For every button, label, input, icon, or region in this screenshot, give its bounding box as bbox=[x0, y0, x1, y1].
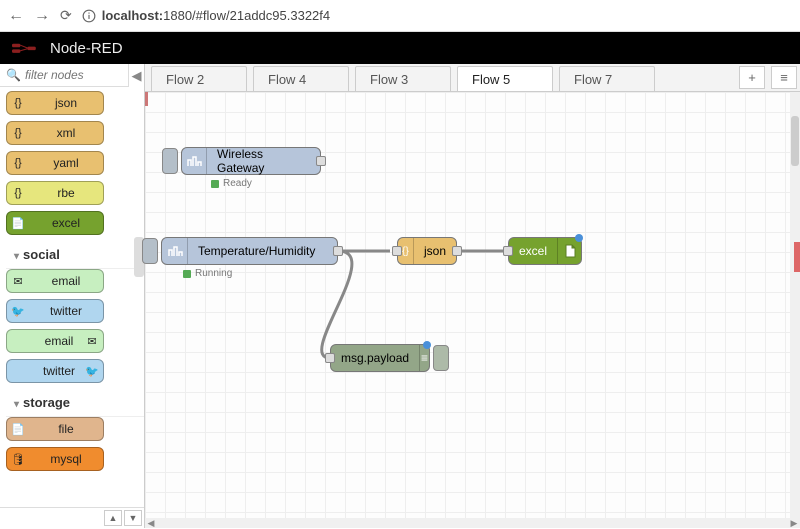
info-icon bbox=[82, 9, 96, 23]
email-icon: ✉ bbox=[82, 330, 102, 352]
palette-node-label: mysql bbox=[29, 452, 103, 466]
json-icon: {} bbox=[8, 92, 28, 114]
node-palette: 🔍 ◀ {}json{}xml{}yaml{}rbe📄excel social … bbox=[0, 64, 145, 528]
node-label: Wireless Gateway bbox=[207, 147, 320, 175]
palette-node-label: excel bbox=[29, 216, 103, 230]
tab-flow-7[interactable]: Flow 7 bbox=[559, 66, 655, 91]
output-port[interactable] bbox=[452, 246, 462, 256]
wireless-icon bbox=[182, 148, 207, 174]
excel-icon: 📄 bbox=[8, 212, 28, 234]
palette-footer: ▲ ▼ bbox=[0, 507, 144, 528]
node-label: excel bbox=[509, 244, 557, 258]
node-status: Running bbox=[183, 268, 232, 279]
tab-flow-3[interactable]: Flow 3 bbox=[355, 66, 451, 91]
add-tab-button[interactable]: + bbox=[739, 66, 765, 89]
palette-node-email[interactable]: ✉email bbox=[6, 329, 104, 353]
url-path: 1880/#flow/21addc95.3322f4 bbox=[163, 8, 330, 23]
app-header: Node-RED bbox=[0, 32, 800, 64]
canvas-scrollbar-h[interactable]: ◀▶ bbox=[145, 518, 800, 528]
canvas-marker bbox=[145, 92, 148, 106]
palette-node-label: email bbox=[29, 274, 103, 288]
node-status: Ready bbox=[211, 178, 252, 189]
palette-search[interactable]: 🔍 bbox=[0, 64, 128, 87]
flow-tabs: Flow 2Flow 4Flow 3Flow 5Flow 7 + ≡ bbox=[145, 64, 800, 92]
palette-node-rbe[interactable]: {}rbe bbox=[6, 181, 104, 205]
palette-node-label: json bbox=[29, 96, 103, 110]
address-bar[interactable]: localhost:1880/#flow/21addc95.3322f4 bbox=[82, 8, 330, 23]
inject-button[interactable] bbox=[162, 148, 178, 174]
file-icon: 📄 bbox=[8, 418, 28, 440]
node-excel[interactable]: excel bbox=[508, 237, 582, 265]
changed-indicator bbox=[575, 234, 583, 242]
palette-node-mysql[interactable]: 🛢mysql bbox=[6, 447, 104, 471]
tab-list-button[interactable]: ≡ bbox=[771, 66, 797, 89]
forward-icon[interactable]: → bbox=[34, 7, 50, 25]
node-debug[interactable]: msg.payload ≡ bbox=[330, 344, 430, 372]
palette-node-label: yaml bbox=[29, 156, 103, 170]
palette-node-label: twitter bbox=[29, 304, 103, 318]
palette-collapse-button[interactable]: ◀ bbox=[128, 64, 144, 87]
palette-node-excel[interactable]: 📄excel bbox=[6, 211, 104, 235]
node-label: msg.payload bbox=[331, 351, 419, 365]
debug-toggle-button[interactable] bbox=[433, 345, 449, 371]
inject-button[interactable] bbox=[142, 238, 158, 264]
palette-node-xml[interactable]: {}xml bbox=[6, 121, 104, 145]
palette-node-file[interactable]: 📄file bbox=[6, 417, 104, 441]
palette-node-twitter[interactable]: 🐦twitter bbox=[6, 299, 104, 323]
palette-node-yaml[interactable]: {}yaml bbox=[6, 151, 104, 175]
palette-up-button[interactable]: ▲ bbox=[104, 510, 122, 526]
palette-node-label: xml bbox=[29, 126, 103, 140]
search-icon: 🔍 bbox=[6, 68, 21, 82]
xml-icon: {} bbox=[8, 122, 28, 144]
node-wireless-gateway[interactable]: Wireless Gateway bbox=[181, 147, 321, 175]
category-storage[interactable]: storage bbox=[6, 389, 144, 417]
email-icon: ✉ bbox=[8, 270, 28, 292]
input-port[interactable] bbox=[392, 246, 402, 256]
node-json[interactable]: {} json bbox=[397, 237, 457, 265]
yaml-icon: {} bbox=[8, 152, 28, 174]
palette-node-json[interactable]: {}json bbox=[6, 91, 104, 115]
rbe-icon: {} bbox=[8, 182, 28, 204]
node-temperature-humidity[interactable]: Temperature/Humidity bbox=[161, 237, 338, 265]
reload-icon[interactable]: ⟳ bbox=[60, 7, 72, 24]
tab-flow-2[interactable]: Flow 2 bbox=[151, 66, 247, 91]
output-port[interactable] bbox=[333, 246, 343, 256]
output-port[interactable] bbox=[316, 156, 326, 166]
node-label: json bbox=[414, 244, 456, 258]
back-icon[interactable]: ← bbox=[8, 7, 24, 25]
tab-flow-4[interactable]: Flow 4 bbox=[253, 66, 349, 91]
sidebar-handle[interactable] bbox=[794, 242, 800, 272]
palette-node-email[interactable]: ✉email bbox=[6, 269, 104, 293]
node-label: Temperature/Humidity bbox=[188, 244, 325, 258]
palette-node-twitter[interactable]: 🐦twitter bbox=[6, 359, 104, 383]
search-input[interactable] bbox=[25, 68, 122, 82]
canvas-scrollbar-v[interactable] bbox=[790, 92, 800, 528]
twitter-icon: 🐦 bbox=[82, 360, 102, 382]
app-title: Node-RED bbox=[50, 40, 123, 57]
changed-indicator bbox=[423, 341, 431, 349]
palette-down-button[interactable]: ▼ bbox=[124, 510, 142, 526]
palette-node-label: file bbox=[29, 422, 103, 436]
input-port[interactable] bbox=[503, 246, 513, 256]
category-social[interactable]: social bbox=[6, 241, 144, 269]
workspace: Flow 2Flow 4Flow 3Flow 5Flow 7 + ≡ Wirel… bbox=[145, 64, 800, 528]
input-port[interactable] bbox=[325, 353, 335, 363]
twitter-icon: 🐦 bbox=[8, 300, 28, 322]
url-host: localhost: bbox=[102, 8, 163, 23]
mysql-icon: 🛢 bbox=[8, 448, 28, 470]
palette-node-label: rbe bbox=[29, 186, 103, 200]
app-logo-icon bbox=[12, 41, 40, 55]
sensor-icon bbox=[162, 238, 188, 264]
tab-flow-5[interactable]: Flow 5 bbox=[457, 66, 553, 91]
flow-canvas[interactable]: Wireless Gateway Ready Temperature/Humid… bbox=[145, 92, 800, 528]
browser-toolbar: ← → ⟳ localhost:1880/#flow/21addc95.3322… bbox=[0, 0, 800, 32]
